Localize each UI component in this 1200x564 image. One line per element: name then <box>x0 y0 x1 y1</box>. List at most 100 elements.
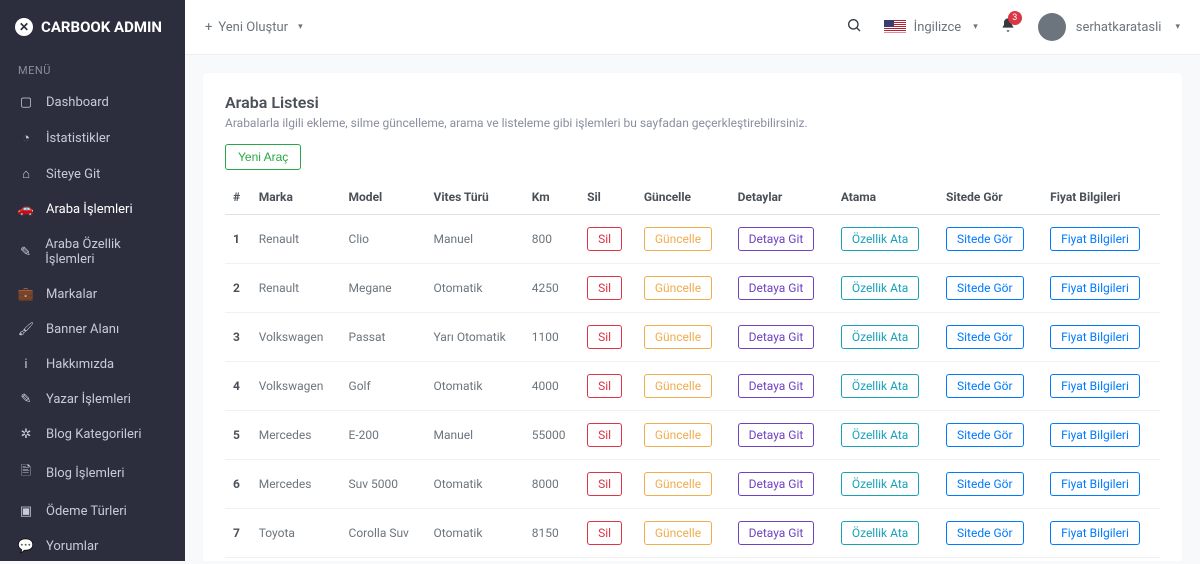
delete-button[interactable]: Sil <box>587 374 622 398</box>
user-menu[interactable]: serhatkaratasli ▾ <box>1038 13 1180 41</box>
chevron-down-icon: ▾ <box>1175 22 1180 32</box>
cell-model: Corolla Suv <box>341 509 426 558</box>
assign-button[interactable]: Özellik Ata <box>841 374 919 398</box>
assign-button[interactable]: Özellik Ata <box>841 423 919 447</box>
new-create-dropdown[interactable]: + Yeni Oluştur ▾ <box>205 20 303 35</box>
sidebar-item-author[interactable]: ✎Yazar İşlemleri <box>0 382 185 417</box>
table-header: Model <box>341 180 426 215</box>
main: + Yeni Oluştur ▾ İngilizce ▾ 3 <box>185 0 1200 561</box>
update-button[interactable]: Güncelle <box>644 325 712 349</box>
cell-model: Golf <box>341 362 426 411</box>
sidebar-item-payment[interactable]: ▣Ödeme Türleri <box>0 494 185 529</box>
cell-brand: Volkswagen <box>251 313 341 362</box>
card: Araba Listesi Arabalarla ilgili ekleme, … <box>203 73 1182 561</box>
price-button[interactable]: Fiyat Bilgileri <box>1050 227 1140 251</box>
sidebar-item-dashboard[interactable]: ▢Dashboard <box>0 85 185 120</box>
comment-icon: 💬 <box>18 539 34 554</box>
detail-button[interactable]: Detaya Git <box>738 423 815 447</box>
table-header: # <box>225 180 251 215</box>
delete-button[interactable]: Sil <box>587 276 622 300</box>
assign-button[interactable]: Özellik Ata <box>841 325 919 349</box>
sidebar-item-brands[interactable]: 💼Markalar <box>0 277 185 312</box>
table-row: 1RenaultClioManuel800SilGüncelleDetaya G… <box>225 215 1160 264</box>
detail-button[interactable]: Detaya Git <box>738 472 815 496</box>
view-button[interactable]: Sitede Gör <box>946 521 1024 545</box>
sidebar-item-banner[interactable]: 🖌Banner Alanı <box>0 312 185 347</box>
brush-icon: 🖌 <box>18 322 34 337</box>
table-row: 8VolkswagenCivicOtomatik9100SilGüncelleD… <box>225 558 1160 562</box>
search-icon[interactable] <box>846 17 862 37</box>
cell-id: 6 <box>225 460 251 509</box>
price-button[interactable]: Fiyat Bilgileri <box>1050 472 1140 496</box>
detail-button[interactable]: Detaya Git <box>738 325 815 349</box>
avatar <box>1038 13 1066 41</box>
update-button[interactable]: Güncelle <box>644 374 712 398</box>
cell-km: 4250 <box>524 264 579 313</box>
cell-brand: Volkswagen <box>251 558 341 562</box>
view-button[interactable]: Sitede Gör <box>946 374 1024 398</box>
cell-id: 8 <box>225 558 251 562</box>
new-car-button[interactable]: Yeni Araç <box>225 144 301 170</box>
cell-model: Civic <box>341 558 426 562</box>
brand-icon: ✕ <box>15 18 33 36</box>
assign-button[interactable]: Özellik Ata <box>841 521 919 545</box>
table-header: Sil <box>579 180 636 215</box>
sidebar-item-about[interactable]: iHakkımızda <box>0 347 185 382</box>
price-button[interactable]: Fiyat Bilgileri <box>1050 276 1140 300</box>
cell-km: 8000 <box>524 460 579 509</box>
delete-button[interactable]: Sil <box>587 521 622 545</box>
cell-brand: Mercedes <box>251 411 341 460</box>
update-button[interactable]: Güncelle <box>644 472 712 496</box>
sidebar-item-blogcat[interactable]: ✲Blog Kategorileri <box>0 417 185 452</box>
cell-brand: Volkswagen <box>251 362 341 411</box>
update-button[interactable]: Güncelle <box>644 423 712 447</box>
table-header: Fiyat Bilgileri <box>1042 180 1160 215</box>
price-button[interactable]: Fiyat Bilgileri <box>1050 374 1140 398</box>
language-dropdown[interactable]: İngilizce ▾ <box>884 20 978 35</box>
view-button[interactable]: Sitede Gör <box>946 276 1024 300</box>
cell-km: 55000 <box>524 411 579 460</box>
assign-button[interactable]: Özellik Ata <box>841 472 919 496</box>
cell-id: 2 <box>225 264 251 313</box>
update-button[interactable]: Güncelle <box>644 227 712 251</box>
cell-id: 3 <box>225 313 251 362</box>
price-button[interactable]: Fiyat Bilgileri <box>1050 423 1140 447</box>
delete-button[interactable]: Sil <box>587 227 622 251</box>
sidebar-item-carfeatures[interactable]: ✎Araba Özellik İşlemleri <box>0 227 185 277</box>
price-button[interactable]: Fiyat Bilgileri <box>1050 325 1140 349</box>
assign-button[interactable]: Özellik Ata <box>841 227 919 251</box>
sidebar-item-blog[interactable]: 🖹Blog İşlemleri <box>0 452 185 494</box>
detail-button[interactable]: Detaya Git <box>738 521 815 545</box>
delete-button[interactable]: Sil <box>587 325 622 349</box>
briefcase-icon: 💼 <box>18 287 34 302</box>
view-button[interactable]: Sitede Gör <box>946 472 1024 496</box>
table-body: 1RenaultClioManuel800SilGüncelleDetaya G… <box>225 215 1160 562</box>
cell-id: 7 <box>225 509 251 558</box>
content: Araba Listesi Arabalarla ilgili ekleme, … <box>185 55 1200 561</box>
update-button[interactable]: Güncelle <box>644 276 712 300</box>
table-header: Güncelle <box>636 180 730 215</box>
table-row: 2RenaultMeganeOtomatik4250SilGüncelleDet… <box>225 264 1160 313</box>
detail-button[interactable]: Detaya Git <box>738 276 815 300</box>
flag-icon <box>884 20 906 34</box>
sidebar-item-comments[interactable]: 💬Yorumlar <box>0 529 185 564</box>
table-header: Marka <box>251 180 341 215</box>
detail-button[interactable]: Detaya Git <box>738 227 815 251</box>
cell-km: 8150 <box>524 509 579 558</box>
delete-button[interactable]: Sil <box>587 423 622 447</box>
detail-button[interactable]: Detaya Git <box>738 374 815 398</box>
view-button[interactable]: Sitede Gör <box>946 423 1024 447</box>
page-title: Araba Listesi <box>225 93 1160 112</box>
sidebar-item-stats[interactable]: ◔İstatistikler <box>0 120 185 156</box>
price-button[interactable]: Fiyat Bilgileri <box>1050 521 1140 545</box>
view-button[interactable]: Sitede Gör <box>946 227 1024 251</box>
sidebar-item-site[interactable]: ⌂Siteye Git <box>0 156 185 192</box>
view-button[interactable]: Sitede Gör <box>946 325 1024 349</box>
notifications-button[interactable]: 3 <box>1000 17 1016 38</box>
assign-button[interactable]: Özellik Ata <box>841 276 919 300</box>
delete-button[interactable]: Sil <box>587 472 622 496</box>
update-button[interactable]: Güncelle <box>644 521 712 545</box>
sidebar-item-cars[interactable]: 🚗Araba İşlemleri <box>0 192 185 227</box>
table-row: 6MercedesSuv 5000Otomatik8000SilGüncelle… <box>225 460 1160 509</box>
table-row: 5MercedesE-200Manuel55000SilGüncelleDeta… <box>225 411 1160 460</box>
